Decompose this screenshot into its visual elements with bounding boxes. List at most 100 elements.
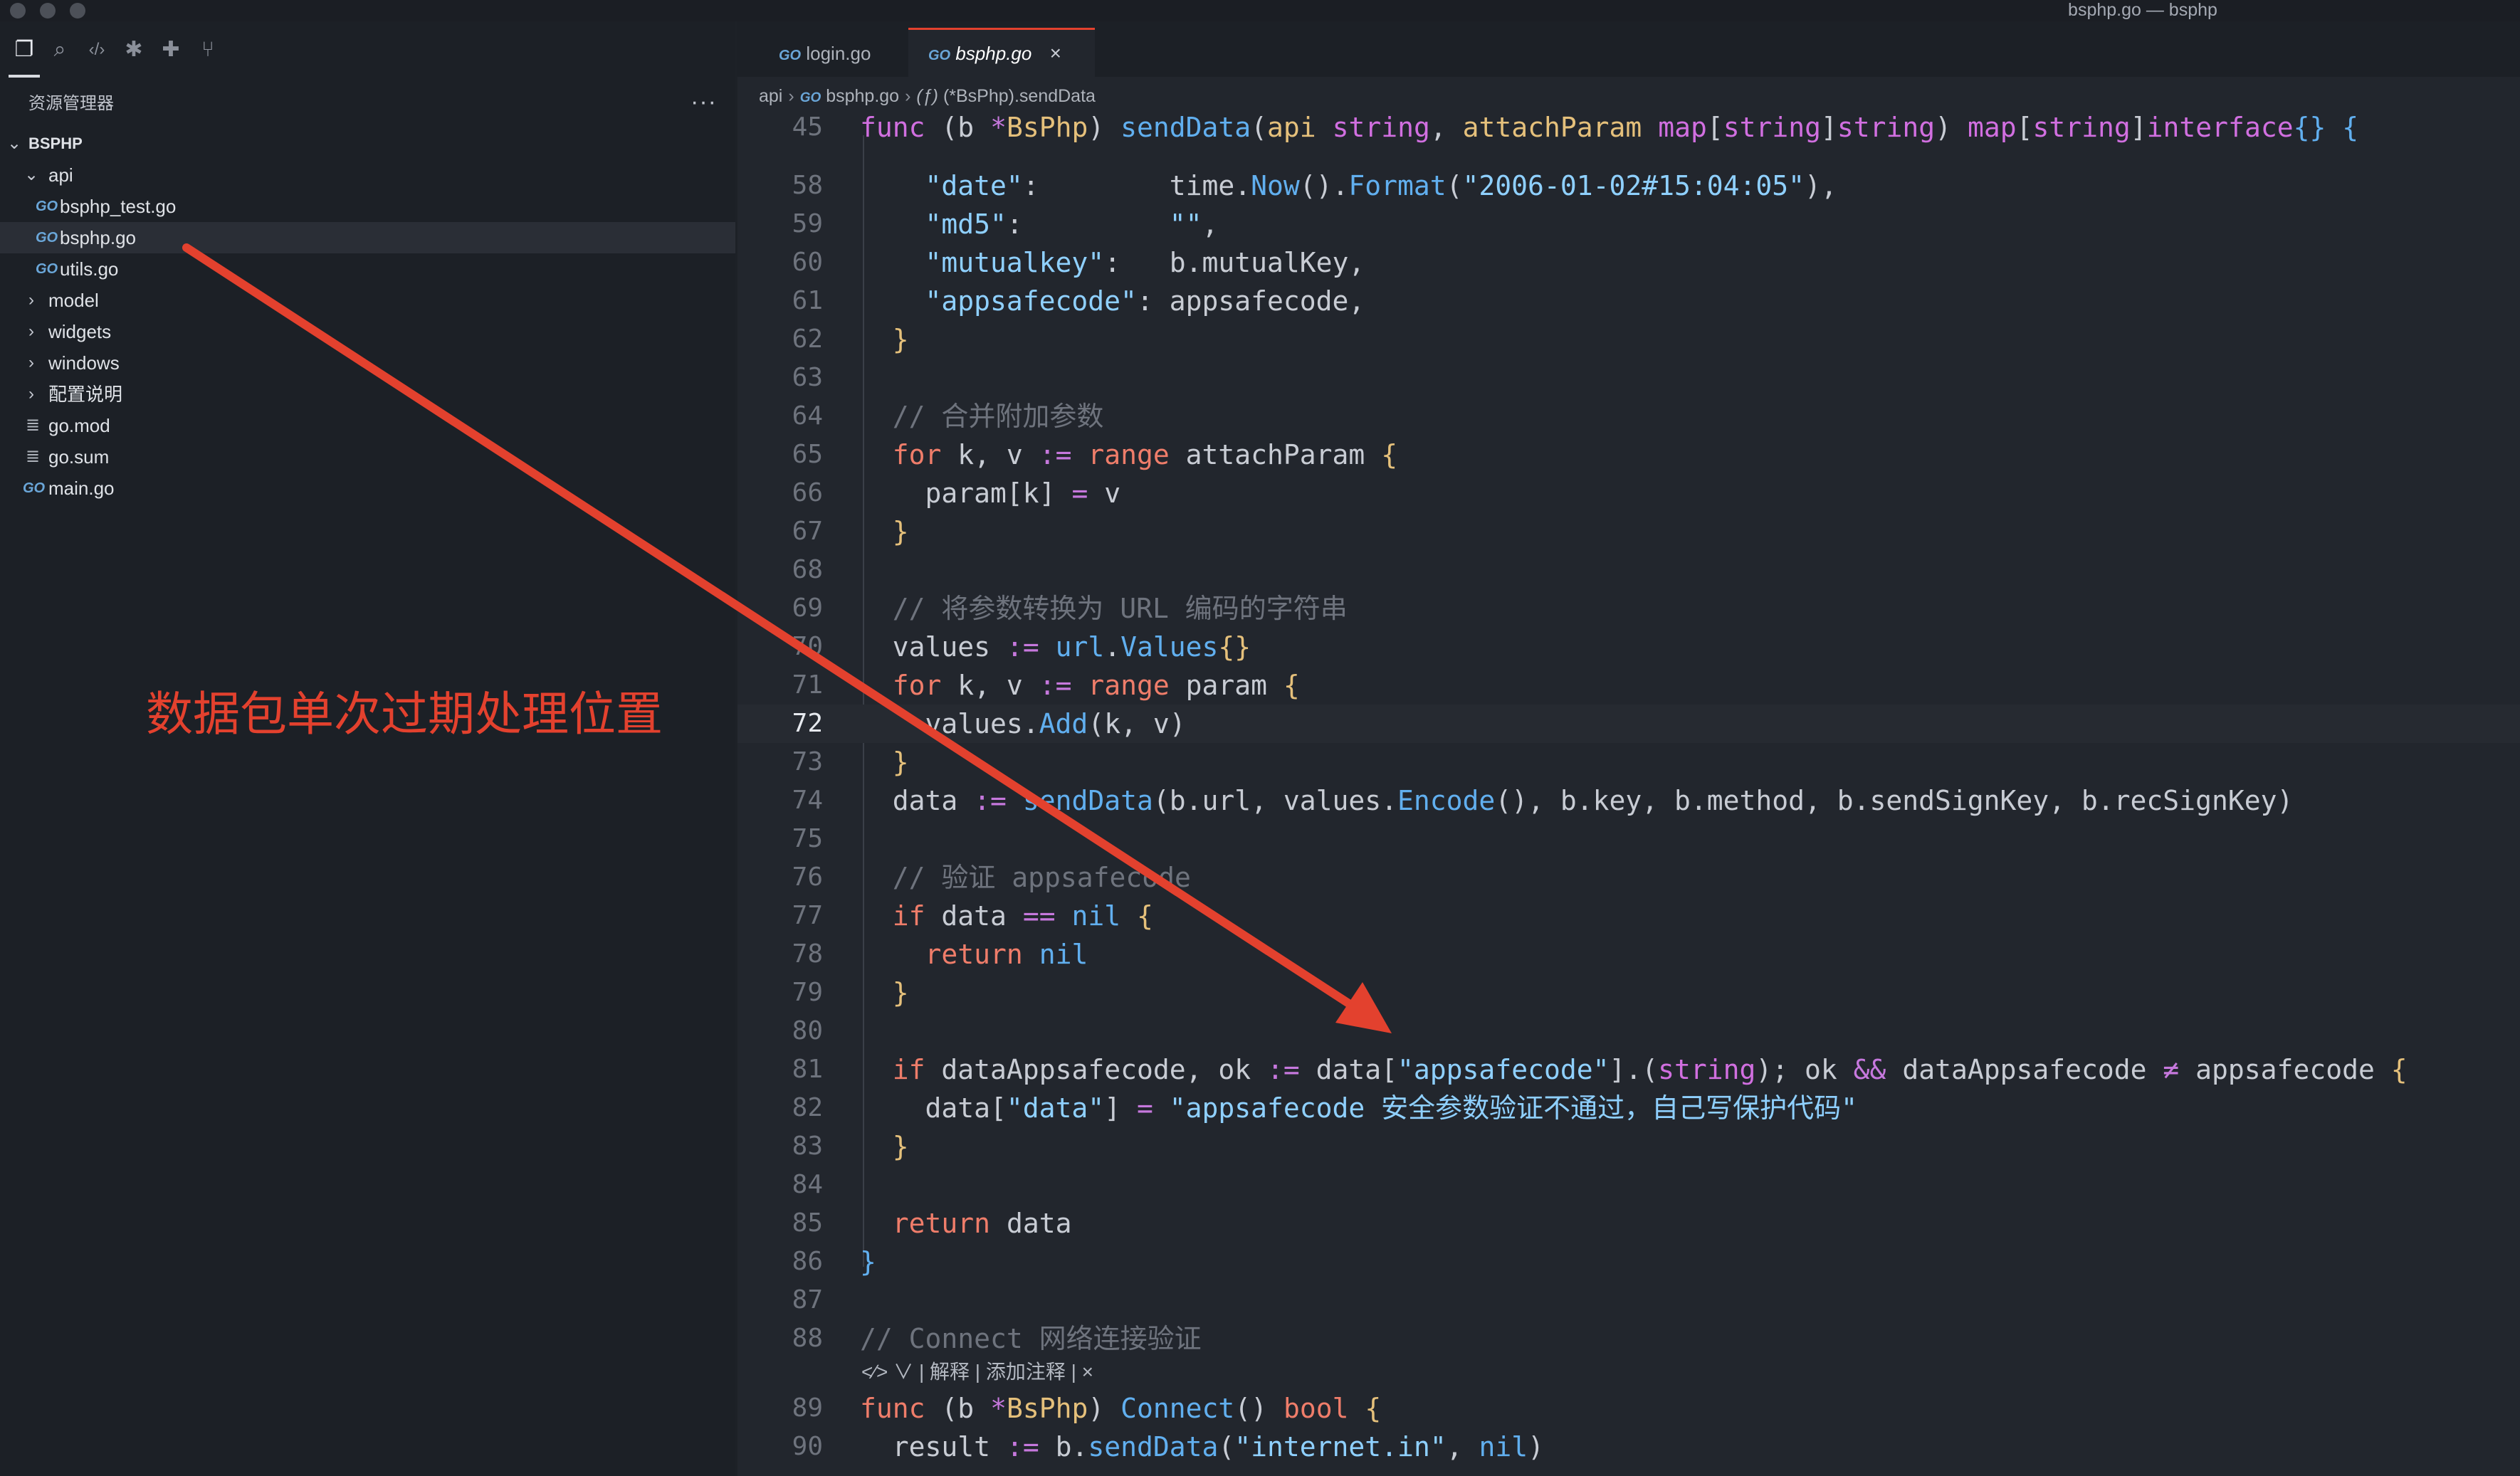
- line-source: func (b *BsPhp) Connect() bool {: [860, 1393, 1382, 1424]
- tab-label: bsphp.go: [955, 43, 1032, 64]
- code-line[interactable]: 60 "mutualkey": b.mutualKey,: [737, 243, 2520, 282]
- code-line[interactable]: 63: [737, 359, 2520, 397]
- tree-file-utils[interactable]: GO utils.go: [0, 253, 735, 285]
- tree-root-bsphp[interactable]: ⌄ BSPHP: [0, 128, 735, 159]
- line-number: 78: [792, 939, 823, 969]
- code-line[interactable]: 83 }: [737, 1127, 2520, 1166]
- window-title: bsphp.go — bsphp: [2068, 0, 2217, 20]
- tree-file-bsphp-test[interactable]: GO bsphp_test.go: [0, 191, 735, 222]
- code-line[interactable]: 62 }: [737, 320, 2520, 359]
- title-bar: bsphp.go — bsphp: [0, 0, 2520, 21]
- code-line[interactable]: 80: [737, 1012, 2520, 1050]
- code-line[interactable]: 69 // 将参数转换为 URL 编码的字符串: [737, 589, 2520, 628]
- code-line[interactable]: 84: [737, 1166, 2520, 1204]
- code-icon[interactable]: ‹/›: [84, 37, 110, 63]
- line-source: "date": time.Now().Format("2006-01-02#15…: [925, 170, 1837, 201]
- extensions-icon[interactable]: ✚: [158, 37, 184, 63]
- breadcrumb-folder[interactable]: api: [759, 86, 782, 106]
- explorer-icon[interactable]: ❐: [11, 37, 37, 63]
- line-source: if data == nil {: [892, 900, 1153, 932]
- line-source: "mutualkey": b.mutualKey,: [925, 247, 1365, 278]
- code-line[interactable]: 76 // 验证 appsafecode: [737, 858, 2520, 897]
- code-line[interactable]: 67 }: [737, 512, 2520, 551]
- tree-file-bsphp[interactable]: GO bsphp.go: [0, 222, 735, 253]
- go-file-icon: GO: [799, 90, 821, 105]
- code-line[interactable]: 64 // 合并附加参数: [737, 397, 2520, 436]
- close-tab-icon[interactable]: ×: [1050, 42, 1061, 64]
- annotation-label: 数据包单次过期处理位置: [146, 687, 663, 742]
- code-line[interactable]: 77 if data == nil {: [737, 897, 2520, 935]
- code-line[interactable]: 58 "date": time.Now().Format("2006-01-02…: [737, 167, 2520, 205]
- line-source: values.Add(k, v): [925, 708, 1186, 739]
- more-actions-button[interactable]: ···: [691, 88, 717, 116]
- line-number: 87: [792, 1285, 823, 1314]
- line-number: 89: [792, 1393, 823, 1423]
- code-line[interactable]: 65 for k, v := range attachParam {: [737, 436, 2520, 474]
- tree-label: widgets: [48, 321, 112, 342]
- code-line[interactable]: 86}: [737, 1243, 2520, 1281]
- code-line[interactable]: 89 func (b *BsPhp) Connect() bool {: [737, 1389, 2520, 1428]
- code-line[interactable]: 71 for k, v := range param {: [737, 666, 2520, 705]
- code-line[interactable]: 45 func (b *BsPhp) sendData(api string, a…: [737, 108, 2520, 147]
- tree-file-go-mod[interactable]: ≣ go.mod: [0, 410, 735, 441]
- source-control-icon[interactable]: ⑂: [195, 37, 221, 63]
- chevron-right-icon: ›: [905, 86, 911, 106]
- explorer-active-indicator: [9, 75, 40, 78]
- go-file-icon: GO: [36, 261, 58, 277]
- line-number: 62: [792, 325, 823, 354]
- line-number: 45: [792, 112, 823, 142]
- tree-folder-widgets[interactable]: › widgets: [0, 316, 735, 347]
- code-line[interactable]: 79 }: [737, 974, 2520, 1012]
- code-line[interactable]: 61 "appsafecode": appsafecode,: [737, 282, 2520, 320]
- breadcrumb-symbol[interactable]: (*BsPhp).sendData: [943, 86, 1096, 106]
- tree-folder-config-docs[interactable]: › 配置说明: [0, 379, 735, 410]
- chevron-down-icon: ⌄: [23, 165, 39, 184]
- breadcrumb: api › GO bsphp.go › (ƒ) (*BsPhp).sendData: [759, 82, 1096, 110]
- code-line[interactable]: 68: [737, 551, 2520, 589]
- text-file-icon: ≣: [26, 416, 41, 435]
- line-number: 88: [792, 1324, 823, 1353]
- line-source: }: [892, 977, 909, 1008]
- code-line[interactable]: 82 data["data"] = "appsafecode 安全参数验证不通过…: [737, 1089, 2520, 1127]
- code-line[interactable]: 88 // Connect 网络连接验证: [737, 1319, 2520, 1358]
- code-line[interactable]: 78 return nil: [737, 935, 2520, 974]
- code-line[interactable]: 72 values.Add(k, v): [737, 705, 2520, 743]
- close-window-button[interactable]: [10, 3, 26, 19]
- zoom-window-button[interactable]: [70, 3, 85, 19]
- code-line[interactable]: 74 data := sendData(b.url, values.Encode…: [737, 781, 2520, 820]
- tab-bsphp-go[interactable]: GO bsphp.go ×: [908, 28, 1095, 77]
- line-source: }: [892, 747, 909, 778]
- tree-label: windows: [48, 352, 120, 374]
- line-source: return data: [892, 1208, 1072, 1239]
- breadcrumb-file[interactable]: bsphp.go: [826, 86, 899, 106]
- codelens-actions[interactable]: <∕> ∨ | 解释 | 添加注释 | ×: [861, 1356, 1093, 1388]
- chevron-down-icon: ⌄: [6, 134, 22, 153]
- code-line[interactable]: 85 return data: [737, 1204, 2520, 1243]
- line-number: 70: [792, 632, 823, 661]
- chevron-right-icon: ›: [28, 322, 34, 341]
- code-line[interactable]: 87: [737, 1281, 2520, 1319]
- code-line[interactable]: 75: [737, 820, 2520, 858]
- line-number: 71: [792, 670, 823, 700]
- debug-icon[interactable]: ✱: [121, 37, 147, 63]
- minimize-window-button[interactable]: [40, 3, 56, 19]
- line-source: }: [860, 1246, 876, 1277]
- tree-folder-model[interactable]: › model: [0, 285, 735, 316]
- line-number: 85: [792, 1208, 823, 1238]
- code-line[interactable]: 73 }: [737, 743, 2520, 781]
- code-line[interactable]: 90 result := b.sendData("internet.in", n…: [737, 1428, 2520, 1466]
- tree-folder-api[interactable]: ⌄ api: [0, 159, 735, 191]
- code-line[interactable]: 59 "md5": "",: [737, 205, 2520, 243]
- tree-folder-windows[interactable]: › windows: [0, 347, 735, 379]
- line-number: 73: [792, 747, 823, 776]
- tree-file-go-sum[interactable]: ≣ go.sum: [0, 441, 735, 473]
- search-icon[interactable]: ⌕: [47, 37, 73, 63]
- text-file-icon: ≣: [26, 447, 41, 466]
- code-line[interactable]: 70 values := url.Values{}: [737, 628, 2520, 666]
- tree-file-main[interactable]: GO main.go: [0, 473, 735, 504]
- go-file-icon: GO: [36, 199, 58, 214]
- tree-label: go.sum: [48, 446, 110, 468]
- code-line[interactable]: 66 param[k] = v: [737, 474, 2520, 512]
- code-line[interactable]: 81 if dataAppsafecode, ok := data["appsa…: [737, 1050, 2520, 1089]
- line-source: data := sendData(b.url, values.Encode(),…: [892, 785, 2294, 816]
